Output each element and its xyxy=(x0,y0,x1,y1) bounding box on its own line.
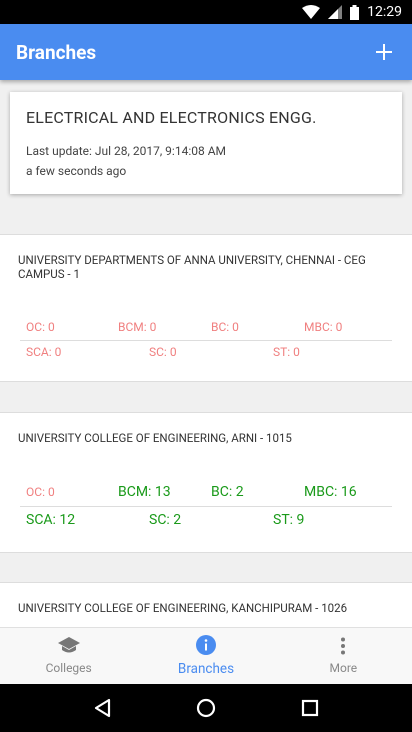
screen: 12:29 Branches ELECTRICAL AND ELECTRONIC… xyxy=(0,0,412,732)
branch-card: ELECTRICAL AND ELECTRONICS ENGG. Last up… xyxy=(10,92,402,194)
status-time: 12:29 xyxy=(367,4,402,20)
nav-branches[interactable]: Branches xyxy=(137,628,274,684)
seat-mbc: MBC: 16 xyxy=(304,484,357,500)
college-name: UNIVERSITY COLLEGE OF ENGINEERING, KANCH… xyxy=(18,601,348,615)
divider xyxy=(20,340,392,341)
seat-row-1: OC: 0 BCM: 13 BC: 2 MBC: 16 xyxy=(0,484,412,504)
home-button[interactable] xyxy=(186,688,226,728)
wifi-icon xyxy=(302,5,321,19)
seat-mbc: MBC: 0 xyxy=(304,320,343,334)
seat-row-2: SCA: 0 SC: 0 ST: 0 xyxy=(0,345,412,365)
info-icon xyxy=(195,635,216,655)
bottom-nav: Colleges Branches More xyxy=(0,627,412,684)
seat-sca: SCA: 0 xyxy=(26,345,62,359)
seat-bcm: BCM: 0 xyxy=(118,320,157,334)
seat-row-1: OC: 0 BCM: 0 BC: 0 MBC: 0 xyxy=(0,320,412,340)
college-name: UNIVERSITY COLLEGE OF ENGINEERING, ARNI … xyxy=(18,431,292,445)
college-item[interactable]: UNIVERSITY DEPARTMENTS OF ANNA UNIVERSIT… xyxy=(0,234,412,382)
seat-bcm: BCM: 13 xyxy=(118,484,171,500)
home-circle-icon xyxy=(196,698,216,718)
college-item[interactable]: UNIVERSITY COLLEGE OF ENGINEERING, ARNI … xyxy=(0,412,412,553)
seat-row-2: SCA: 12 SC: 2 ST: 9 xyxy=(0,512,412,532)
seat-sc: SC: 0 xyxy=(149,345,177,359)
relative-time: a few seconds ago xyxy=(26,164,127,178)
nav-colleges[interactable]: Colleges xyxy=(0,628,137,684)
back-button[interactable] xyxy=(82,688,122,728)
recents-square-icon xyxy=(301,699,319,717)
seat-st: ST: 0 xyxy=(273,345,300,359)
content-area[interactable]: ELECTRICAL AND ELECTRONICS ENGG. Last up… xyxy=(0,80,412,627)
seat-sc: SC: 2 xyxy=(149,512,182,528)
add-button[interactable] xyxy=(372,40,396,64)
seat-oc: OC: 0 xyxy=(26,320,55,334)
battery-icon xyxy=(350,4,360,20)
system-nav-bar xyxy=(0,684,412,732)
seat-oc: OC: 0 xyxy=(26,485,55,499)
seat-st: ST: 9 xyxy=(273,512,305,528)
seat-bc: BC: 0 xyxy=(211,320,239,334)
nav-label: Colleges xyxy=(45,661,92,675)
college-name: UNIVERSITY DEPARTMENTS OF ANNA UNIVERSIT… xyxy=(18,253,366,281)
plus-icon xyxy=(376,44,392,60)
back-triangle-icon xyxy=(94,698,111,718)
school-icon xyxy=(57,637,80,653)
seat-sca: SCA: 12 xyxy=(26,512,76,528)
status-bar: 12:29 xyxy=(0,0,412,24)
college-item[interactable]: UNIVERSITY COLLEGE OF ENGINEERING, KANCH… xyxy=(0,582,412,627)
nav-label: More xyxy=(329,661,358,675)
recents-button[interactable] xyxy=(290,688,330,728)
nav-more[interactable]: More xyxy=(275,628,412,684)
divider xyxy=(20,506,392,507)
app-bar: Branches xyxy=(0,24,412,80)
branch-name: ELECTRICAL AND ELECTRONICS ENGG. xyxy=(26,108,317,127)
seat-bc: BC: 2 xyxy=(211,484,244,500)
nav-label: Branches xyxy=(177,661,235,677)
page-title: Branches xyxy=(16,40,97,64)
last-update: Last update: Jul 28, 2017, 9:14:08 AM xyxy=(26,144,226,158)
signal-icon xyxy=(328,5,343,19)
more-vert-icon xyxy=(341,637,346,655)
